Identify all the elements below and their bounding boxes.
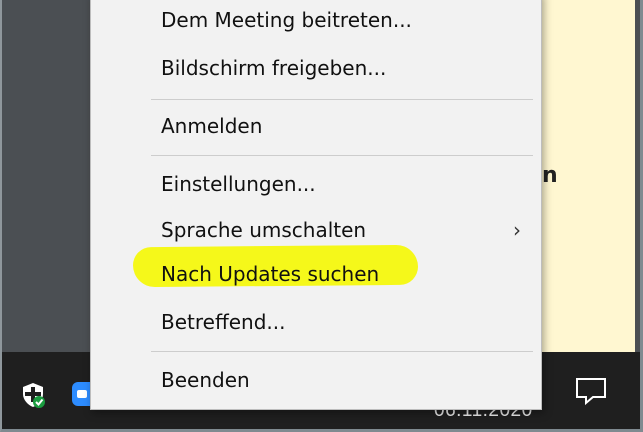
menu-item-share-screen[interactable]: Bildschirm freigeben... <box>91 45 541 91</box>
screenshot-stage: n 06.11.2020 Dem Meeting beitreten... Bi… <box>0 0 643 432</box>
menu-item-label: Anmelden <box>161 114 263 138</box>
menu-item-label: Beenden <box>161 368 250 392</box>
menu-item-label: Einstellungen... <box>161 172 316 196</box>
menu-item-label: Bildschirm freigeben... <box>161 56 387 80</box>
menu-item-quit[interactable]: Beenden <box>91 357 541 403</box>
sticky-note-text-fragment: n <box>542 163 558 188</box>
security-shield-icon[interactable] <box>20 382 46 408</box>
menu-item-label: Sprache umschalten <box>161 218 367 242</box>
menu-item-label: Dem Meeting beitreten... <box>161 8 412 32</box>
menu-item-sign-in[interactable]: Anmelden <box>91 103 541 149</box>
menu-separator <box>151 351 533 352</box>
menu-item-settings[interactable]: Einstellungen... <box>91 161 541 207</box>
menu-item-join-meeting[interactable]: Dem Meeting beitreten... <box>91 0 541 43</box>
menu-item-label: Betreffend... <box>161 310 286 334</box>
menu-item-about[interactable]: Betreffend... <box>91 299 541 345</box>
menu-separator <box>151 155 533 156</box>
notification-icon[interactable] <box>574 376 608 406</box>
menu-item-label: Nach Updates suchen <box>161 262 380 286</box>
menu-separator <box>151 99 533 100</box>
context-menu: Dem Meeting beitreten... Bildschirm frei… <box>90 0 542 410</box>
chevron-right-icon: › <box>513 218 521 242</box>
menu-item-switch-language[interactable]: Sprache umschalten › <box>91 207 541 253</box>
menu-item-check-updates[interactable]: Nach Updates suchen <box>91 251 541 297</box>
